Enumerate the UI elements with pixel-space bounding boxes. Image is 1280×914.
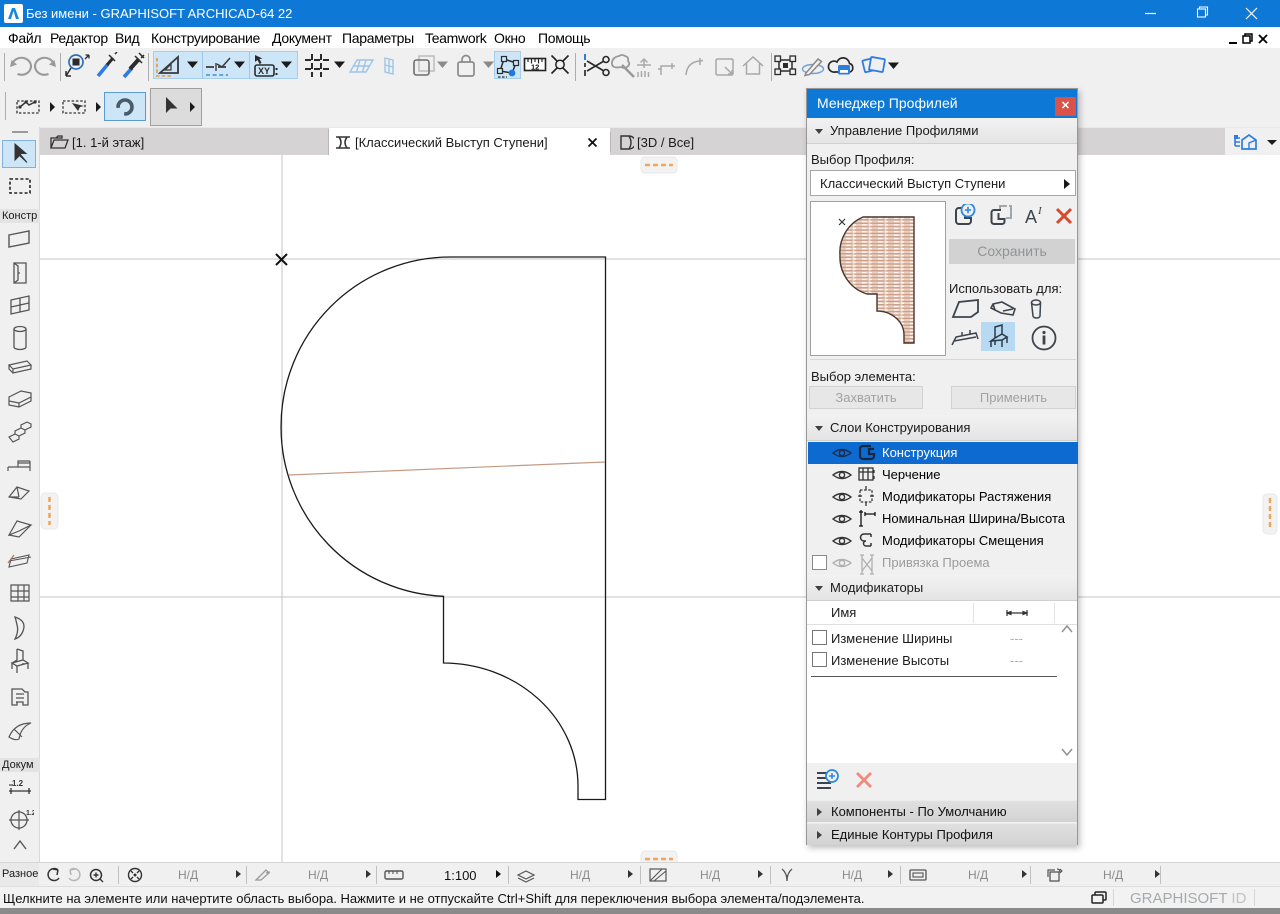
svg-text:I: I: [1037, 205, 1043, 217]
svg-text:A: A: [1025, 207, 1037, 227]
svg-text:1.2: 1.2: [12, 779, 24, 788]
svg-text:1.2: 1.2: [26, 810, 34, 817]
svg-text:12: 12: [531, 63, 539, 72]
svg-text:XY: XY: [258, 66, 270, 76]
